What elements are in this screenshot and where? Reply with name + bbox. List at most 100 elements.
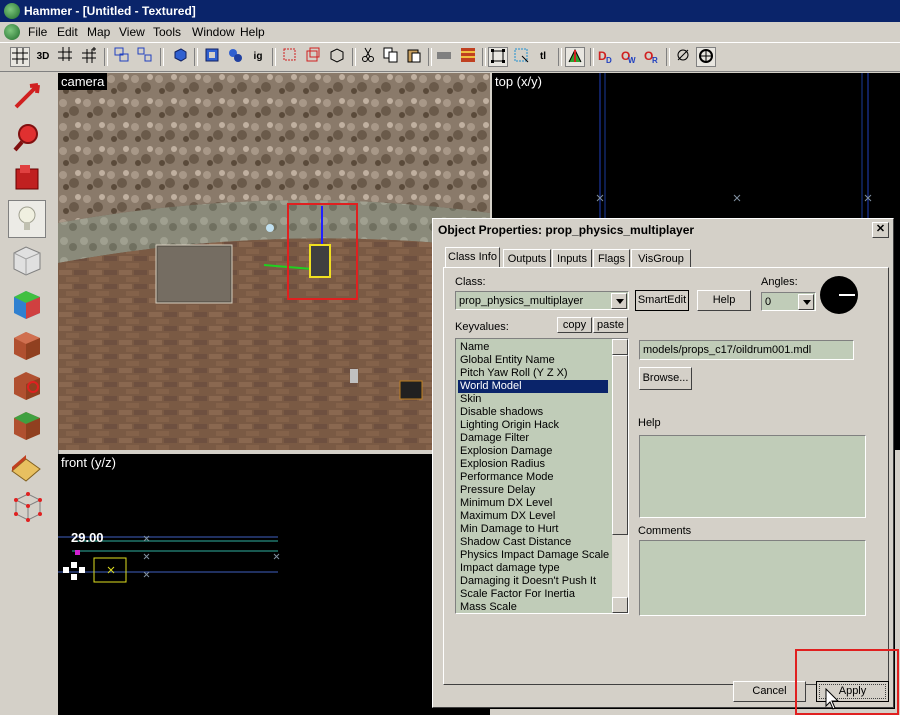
tab-visgroup[interactable]: VisGroup (631, 249, 691, 268)
vertex-tool-icon[interactable] (8, 488, 46, 526)
texture-tool-icon[interactable] (8, 285, 46, 323)
select-handles-icon[interactable] (511, 47, 531, 67)
list-item[interactable]: Skin (458, 393, 608, 406)
texture-label-icon[interactable]: tl (533, 47, 553, 67)
list-item[interactable]: Explosion Radius (458, 458, 608, 471)
list-item[interactable]: Pressure Delay (458, 484, 608, 497)
list-item[interactable]: Lighting Origin Hack (458, 419, 608, 432)
menu-window[interactable]: Window (192, 25, 235, 39)
angles-dropdown[interactable]: 0 (761, 292, 816, 311)
class-label: Class: (455, 276, 486, 288)
cut-sel-icon[interactable] (303, 47, 323, 67)
list-item[interactable]: Explosion Damage (458, 445, 608, 458)
dialog-title: Object Properties: prop_physics_multipla… (438, 223, 695, 237)
tab-inputs[interactable]: Inputs (552, 249, 592, 268)
ungroup-icon[interactable] (135, 47, 155, 67)
group-icon[interactable] (112, 47, 132, 67)
chevron-down-icon[interactable] (798, 294, 814, 310)
list-item[interactable]: Min Damage to Hurt (458, 523, 608, 536)
list-item[interactable]: Name (458, 341, 608, 354)
radar-icon[interactable] (673, 47, 693, 67)
list-item[interactable]: Shadow Cast Distance (458, 536, 608, 549)
comments-box[interactable] (639, 540, 866, 616)
smartedit-button[interactable]: SmartEdit (635, 290, 689, 311)
paste-icon[interactable] (404, 47, 424, 67)
3d-grid-icon[interactable]: 3D (33, 47, 53, 67)
list-item[interactable]: Damaging it Doesn't Push It (458, 575, 608, 588)
list-item[interactable]: Minimum DX Level (458, 497, 608, 510)
tab-class-info[interactable]: Class Info (445, 247, 500, 268)
cut-icon[interactable] (358, 47, 378, 67)
ignore-groups-icon[interactable] (225, 47, 245, 67)
menu-view[interactable]: View (119, 25, 145, 39)
magnify-tool-icon[interactable] (8, 118, 46, 156)
clipping-tool-icon[interactable] (8, 449, 46, 487)
list-item[interactable]: Maximum DX Level (458, 510, 608, 523)
toggle-selection-icon[interactable]: ig (248, 47, 268, 67)
browse-button[interactable]: Browse... (639, 367, 692, 390)
front-viewport[interactable]: front (y/z) 29.00 (58, 454, 490, 715)
menu-map[interactable]: Map (87, 25, 110, 39)
camera-tool-icon[interactable] (8, 159, 46, 197)
cube-outline-icon[interactable] (327, 47, 347, 67)
keyvalues-scrollbar[interactable] (612, 339, 628, 613)
vw-icon[interactable]: OW (619, 47, 639, 67)
value-field[interactable]: models/props_c17/oildrum001.mdl (639, 340, 854, 360)
hollow-icon[interactable] (202, 47, 222, 67)
front-viewport-label: front (y/z) (58, 454, 119, 471)
apply-texture-icon[interactable] (8, 326, 46, 364)
tab-flags[interactable]: Flags (593, 249, 630, 268)
list-item[interactable]: Disable shadows (458, 406, 608, 419)
paste-button[interactable]: paste (593, 317, 628, 333)
list-item[interactable]: Scale Factor For Inertia (458, 588, 608, 601)
window-title-bar[interactable]: Hammer - [Untitled - Textured] (0, 0, 900, 22)
help-button[interactable]: Help (697, 290, 751, 311)
settings-icon[interactable] (696, 47, 716, 67)
tab-outputs[interactable]: Outputs (503, 249, 551, 268)
class-dropdown[interactable]: prop_physics_multiplayer (455, 291, 629, 310)
list-item[interactable]: Physics Impact Damage Scale (458, 549, 609, 562)
list-item[interactable]: Pitch Yaw Roll (Y Z X) (458, 367, 608, 380)
selection-tool-icon[interactable] (8, 77, 46, 115)
decal-tool-icon[interactable] (8, 366, 46, 404)
scroll-down-icon[interactable] (612, 597, 628, 613)
close-button[interactable]: ✕ (872, 222, 889, 238)
list-item-selected[interactable]: World Model (458, 380, 608, 393)
scroll-thumb[interactable] (612, 355, 628, 535)
vr-icon[interactable]: OR (642, 47, 662, 67)
list-item[interactable]: Performance Mode (458, 471, 608, 484)
menu-help[interactable]: Help (240, 25, 265, 39)
dialog-title-bar[interactable]: Object Properties: prop_physics_multipla… (433, 219, 893, 241)
clip-icon[interactable] (565, 47, 585, 67)
camera-viewport[interactable]: camera (58, 73, 490, 450)
hide-icon[interactable] (434, 47, 454, 67)
grid-icon[interactable] (10, 47, 30, 67)
carve-icon[interactable] (170, 47, 190, 67)
menu-tools[interactable]: Tools (153, 25, 181, 39)
block-tool-icon[interactable] (8, 241, 46, 279)
menu-edit[interactable]: Edit (57, 25, 78, 39)
chevron-down-icon[interactable] (611, 293, 627, 309)
texture-app-icon[interactable] (458, 47, 478, 67)
keyvalues-list[interactable]: Name Global Entity Name Pitch Yaw Roll (… (455, 338, 629, 614)
document-icon[interactable] (4, 24, 20, 40)
select-box-icon[interactable] (488, 47, 508, 67)
angle-dial[interactable] (820, 276, 858, 314)
angles-label: Angles: (761, 276, 798, 288)
list-item[interactable]: Damage Filter (458, 432, 608, 445)
grid-smaller-icon[interactable] (56, 47, 76, 67)
overlay-tool-icon[interactable] (8, 406, 46, 444)
copy-button[interactable]: copy (557, 317, 592, 333)
list-item[interactable]: Impact damage type (458, 562, 608, 575)
texture-lock-icon[interactable] (280, 47, 300, 67)
grid-larger-icon[interactable] (80, 47, 100, 67)
menu-file[interactable]: File (28, 25, 47, 39)
copy-icon[interactable] (381, 47, 401, 67)
entity-tool-icon[interactable] (8, 200, 46, 238)
scroll-up-icon[interactable] (612, 339, 628, 355)
selection-highlight-box (287, 203, 358, 300)
list-item[interactable]: Global Entity Name (458, 354, 608, 367)
vmf-icon[interactable]: DD (596, 47, 616, 67)
list-item[interactable]: Mass Scale (458, 601, 608, 613)
camera-viewport-label: camera (58, 73, 108, 90)
